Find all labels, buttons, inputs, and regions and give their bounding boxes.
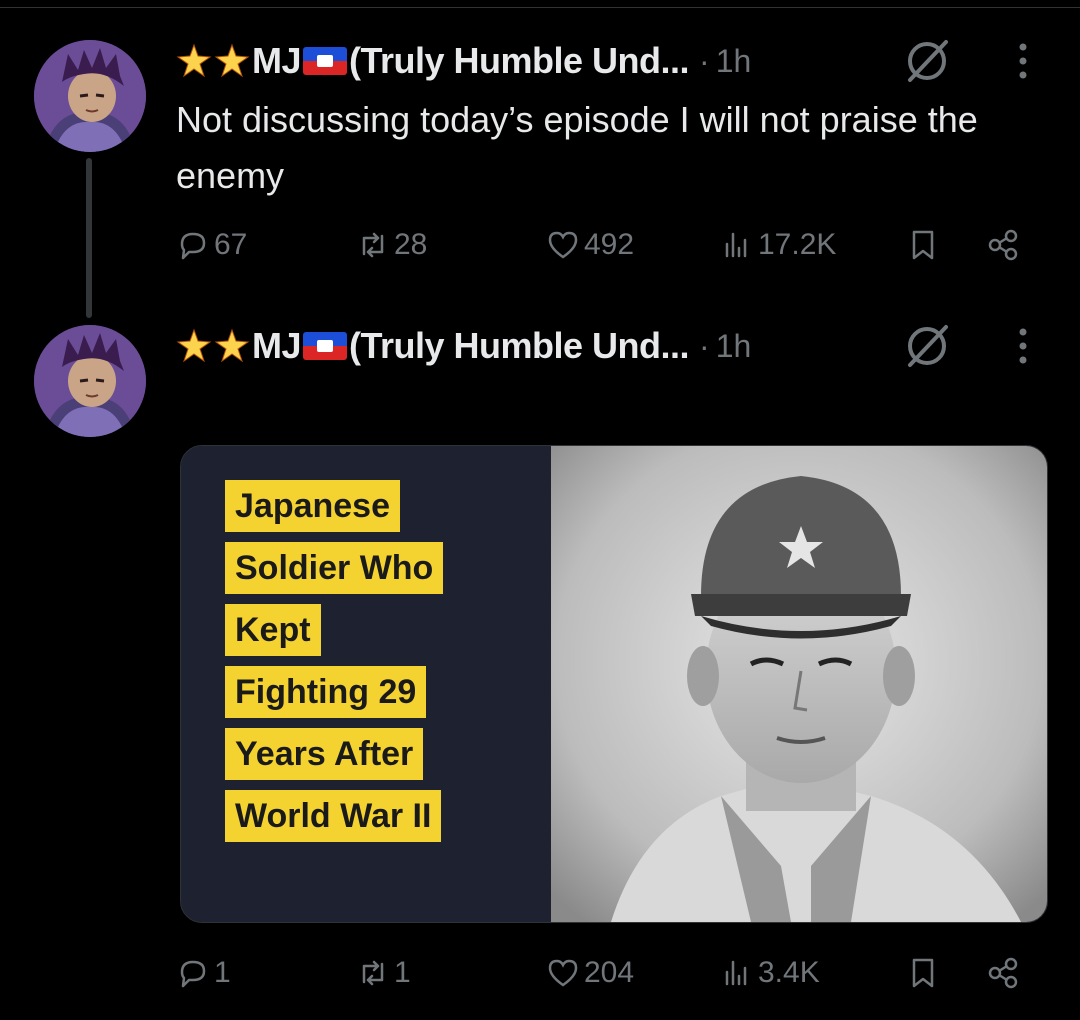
repost-button[interactable]: 1 <box>356 948 411 998</box>
media-caption: Japanese Soldier Who Kept Fighting 29 Ye… <box>225 480 444 852</box>
tweet-header: MJ (Truly Humble Und... · 1h <box>176 321 751 371</box>
tweet-header: MJ (Truly Humble Und... · 1h <box>176 36 751 86</box>
reply-count: 1 <box>214 956 231 989</box>
views-count: 3.4K <box>758 956 820 989</box>
tweet-text: Not discussing today’s episode I will no… <box>176 99 978 196</box>
sparkle-star-icon <box>214 328 250 363</box>
avatar[interactable] <box>34 325 146 437</box>
like-button[interactable]: 204 <box>546 948 634 998</box>
bookmark-icon <box>912 958 934 988</box>
reply-icon <box>180 232 206 260</box>
repost-button[interactable]: 28 <box>356 220 427 270</box>
tweet-actions: 1 1 204 3.4K <box>176 948 1036 998</box>
timestamp[interactable]: 1h <box>716 328 752 365</box>
bookmark-button[interactable] <box>906 220 940 270</box>
top-divider <box>0 7 1080 8</box>
grok-icon[interactable] <box>900 319 954 373</box>
soldier-photo <box>551 446 1047 922</box>
avatar[interactable] <box>34 40 146 152</box>
sparkle-star-icon <box>176 43 212 78</box>
views-icon <box>725 232 747 258</box>
sparkle-star-icon <box>214 43 250 78</box>
repost-icon <box>362 960 384 986</box>
like-button[interactable]: 492 <box>546 220 634 270</box>
views-button[interactable]: 3.4K <box>720 948 820 998</box>
reply-button[interactable]: 1 <box>176 948 231 998</box>
caption-line: Years After <box>225 728 424 780</box>
grok-icon[interactable] <box>900 34 954 88</box>
repost-icon <box>362 232 384 258</box>
author-name[interactable]: MJ <box>252 325 302 367</box>
media-caption-panel: Japanese Soldier Who Kept Fighting 29 Ye… <box>181 446 551 922</box>
tweet-actions: 67 28 492 17.2K <box>176 220 1036 270</box>
heart-icon <box>548 231 578 259</box>
bookmark-button[interactable] <box>906 948 940 998</box>
haiti-flag-icon <box>303 47 348 75</box>
repost-count: 28 <box>394 228 428 261</box>
heart-icon <box>548 959 578 987</box>
author-name-suffix[interactable]: (Truly Humble Und... <box>349 40 690 82</box>
caption-line: Soldier Who <box>225 542 444 594</box>
tweet-media[interactable]: Japanese Soldier Who Kept Fighting 29 Ye… <box>180 445 1048 923</box>
like-count: 204 <box>584 956 635 989</box>
repost-count: 1 <box>394 956 411 989</box>
author-name[interactable]: MJ <box>252 40 302 82</box>
share-icon <box>988 957 1018 989</box>
share-button[interactable] <box>986 948 1020 998</box>
timestamp[interactable]: 1h <box>716 43 752 80</box>
views-count: 17.2K <box>758 228 837 261</box>
haiti-flag-icon <box>303 332 348 360</box>
thread-line <box>86 158 92 318</box>
separator: · <box>699 42 710 79</box>
more-icon[interactable] <box>1008 321 1038 371</box>
caption-line: Kept <box>225 604 321 656</box>
caption-line: Fighting 29 <box>225 666 427 718</box>
bookmark-icon <box>912 230 934 260</box>
share-icon <box>988 229 1018 261</box>
caption-line: World War II <box>225 790 442 842</box>
views-button[interactable]: 17.2K <box>720 220 836 270</box>
views-icon <box>725 960 747 986</box>
reply-icon <box>180 960 206 988</box>
reply-count: 67 <box>214 228 248 261</box>
author-name-suffix[interactable]: (Truly Humble Und... <box>349 325 690 367</box>
like-count: 492 <box>584 228 635 261</box>
sparkle-star-icon <box>176 328 212 363</box>
separator: · <box>699 327 710 364</box>
caption-line: Japanese <box>225 480 400 532</box>
sparkle-stars <box>176 43 250 79</box>
sparkle-stars <box>176 328 250 364</box>
more-icon[interactable] <box>1008 36 1038 86</box>
share-button[interactable] <box>986 220 1020 270</box>
reply-button[interactable]: 67 <box>176 220 247 270</box>
